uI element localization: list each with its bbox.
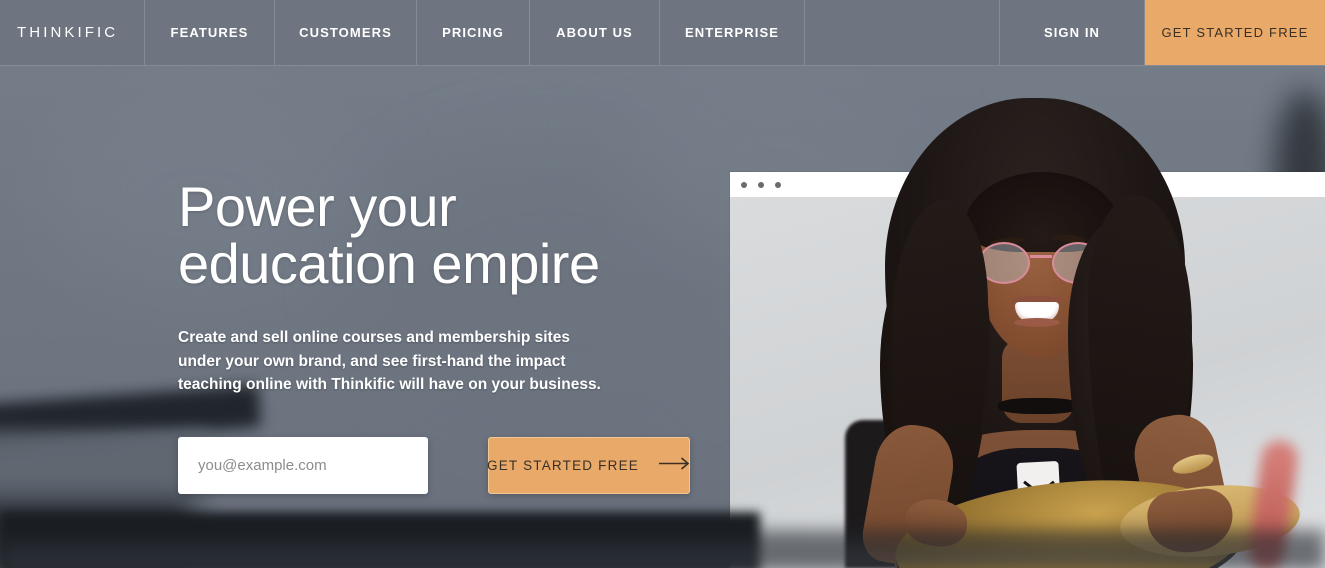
nav-item-pricing[interactable]: PRICING xyxy=(417,0,530,65)
arrow-right-icon xyxy=(659,457,691,473)
nav-get-started-free-button[interactable]: GET STARTED FREE xyxy=(1145,0,1325,65)
nav-item-label: PRICING xyxy=(442,25,504,40)
hero-subtitle-line-2: under your own brand, and see first-hand… xyxy=(178,352,566,370)
hero-title: Power your education empire xyxy=(178,178,798,292)
hero-content: Power your education empire Create and s… xyxy=(178,178,798,494)
nav-item-label: CUSTOMERS xyxy=(299,25,392,40)
nav-spacer xyxy=(805,0,1000,65)
hero-subtitle-line-3: teaching online with Thinkific will have… xyxy=(178,376,601,394)
nav-item-about-us[interactable]: ABOUT US xyxy=(530,0,660,65)
logo-text: THINKIFIC xyxy=(17,24,119,41)
hero-get-started-free-button[interactable]: GET STARTED FREE xyxy=(487,436,691,494)
sign-in-label: SIGN IN xyxy=(1043,25,1101,40)
nav-item-label: FEATURES xyxy=(170,25,249,40)
signup-form: GET STARTED FREE xyxy=(178,436,798,494)
choker-necklace xyxy=(998,398,1080,414)
nav-item-label: ABOUT US xyxy=(556,25,633,40)
nav-item-features[interactable]: FEATURES xyxy=(145,0,275,65)
foreground-dark-haze xyxy=(0,530,1325,568)
hero-subtitle-line-1: Create and sell online courses and membe… xyxy=(178,329,570,347)
nav-cta-label: GET STARTED FREE xyxy=(1161,25,1309,40)
nav-item-label: ENTERPRISE xyxy=(684,25,780,40)
hero-title-line-2: education empire xyxy=(178,232,600,296)
hero-subtitle: Create and sell online courses and membe… xyxy=(178,326,798,397)
thinkific-landing-page: THINKIFIC FEATURES CUSTOMERS PRICING ABO… xyxy=(0,0,1325,568)
glasses-bridge xyxy=(1030,255,1052,258)
hero-title-line-1: Power your xyxy=(178,175,457,238)
main-navigation-bar: THINKIFIC FEATURES CUSTOMERS PRICING ABO… xyxy=(0,0,1325,66)
nav-item-enterprise[interactable]: ENTERPRISE xyxy=(660,0,805,65)
sign-in-button[interactable]: SIGN IN xyxy=(1000,0,1145,65)
nav-item-customers[interactable]: CUSTOMERS xyxy=(275,0,417,65)
lower-lip xyxy=(1014,318,1060,327)
thinkific-logo[interactable]: THINKIFIC xyxy=(0,0,145,65)
email-input[interactable] xyxy=(178,436,428,494)
hero-cta-label: GET STARTED FREE xyxy=(487,457,639,473)
